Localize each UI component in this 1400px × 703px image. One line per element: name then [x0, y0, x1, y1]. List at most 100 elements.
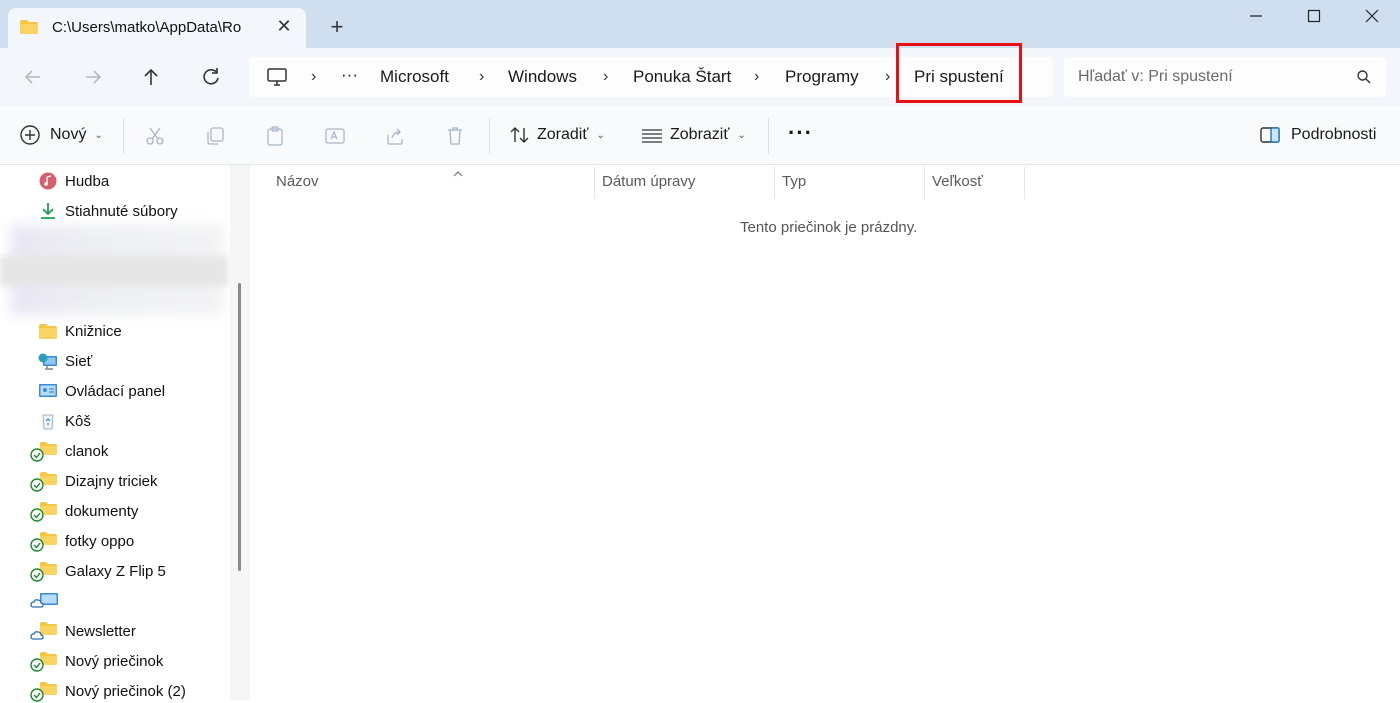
cloud-folder-icon — [30, 622, 57, 640]
sidebar-item-libraries[interactable]: Knižnice — [38, 319, 122, 343]
sidebar-item-label: Galaxy Z Flip 5 — [65, 562, 166, 580]
column-header-size[interactable]: Veľkosť — [932, 173, 1022, 199]
navigation-pane: Hudba Stiahnuté súbory Knižnice Sieť Ovl… — [0, 165, 230, 703]
column-header-name[interactable]: Názov — [276, 171, 592, 199]
close-icon — [1365, 9, 1379, 23]
sidebar-item-label: Ovládací panel — [65, 382, 166, 400]
sidebar-item-label: Stiahnuté súbory — [65, 202, 178, 220]
sidebar-item-novy-priecinok-2[interactable]: Nový priečinok (2) — [30, 679, 186, 703]
download-icon — [41, 203, 55, 219]
column-header-type[interactable]: Typ — [782, 173, 922, 199]
view-list-icon — [642, 129, 662, 143]
sidebar-item-label: clanok — [65, 442, 109, 460]
column-type-label: Typ — [782, 173, 807, 190]
breadcrumb-programy[interactable]: Programy — [785, 67, 859, 87]
sidebar-item-label: Nový priečinok — [65, 652, 164, 670]
sidebar-item-label: Hudba — [65, 172, 110, 190]
arrow-left-icon — [24, 70, 40, 84]
new-tab-button[interactable]: + — [324, 14, 350, 40]
column-size-label: Veľkosť — [932, 173, 983, 190]
maximize-icon — [1307, 9, 1321, 23]
recycle-bin-icon — [42, 414, 54, 430]
sidebar-item-network[interactable]: Sieť — [38, 349, 92, 373]
breadcrumb-overflow[interactable]: ··· — [341, 65, 358, 85]
sidebar-item-dokumenty[interactable]: dokumenty — [30, 499, 138, 523]
title-bar: C:\Users\matko\AppData\Ro ✕ + — [0, 0, 1400, 48]
details-button-label: Podrobnosti — [1291, 126, 1377, 143]
control-panel-icon — [39, 384, 57, 397]
breadcrumb-separator: › — [885, 68, 891, 85]
sort-button[interactable]: Zoradiť ⌄ — [509, 120, 605, 150]
sidebar-item-downloads[interactable]: Stiahnuté súbory — [38, 199, 178, 223]
synced-folder-icon — [30, 652, 57, 672]
share-icon[interactable] — [384, 125, 406, 147]
copy-icon[interactable] — [204, 125, 226, 147]
column-divider[interactable] — [924, 167, 925, 199]
sidebar-item-recycle-bin[interactable]: Kôš — [38, 409, 91, 433]
back-button[interactable] — [18, 62, 48, 92]
breadcrumb-separator: › — [603, 68, 609, 85]
sidebar-item-cloud-panel[interactable] — [30, 589, 67, 613]
delete-icon[interactable] — [444, 125, 466, 147]
sidebar-item-label: Dizajny triciek — [65, 472, 158, 490]
breadcrumb-separator: › — [754, 68, 760, 85]
column-divider[interactable] — [1024, 167, 1025, 199]
column-divider[interactable] — [594, 167, 595, 199]
breadcrumb-windows[interactable]: Windows — [508, 67, 577, 87]
plus-circle-icon — [20, 125, 40, 145]
chevron-down-icon: ⌄ — [596, 129, 605, 141]
address-row: › ··· Microsoft › Windows › Ponuka Štart… — [0, 48, 1400, 106]
cut-icon[interactable] — [144, 125, 166, 147]
new-button[interactable]: Nový ⌄ — [19, 120, 103, 150]
details-button[interactable]: Podrobnosti — [1259, 120, 1376, 150]
search-input[interactable]: Hľadať v: Pri spustení — [1078, 68, 1233, 86]
search-box[interactable]: Hľadať v: Pri spustení — [1064, 57, 1386, 97]
rename-icon[interactable] — [324, 125, 346, 147]
synced-folder-icon — [30, 682, 57, 702]
synced-folder-icon — [30, 472, 57, 492]
new-button-label: Nový — [50, 126, 87, 143]
sidebar-item-music[interactable]: Hudba — [38, 169, 109, 193]
breadcrumb-ponuka-start[interactable]: Ponuka Štart — [633, 67, 731, 87]
sidebar-item-fotky-oppo[interactable]: fotky oppo — [30, 529, 134, 553]
refresh-icon — [203, 68, 219, 85]
synced-folder-icon — [30, 532, 57, 552]
sidebar-item-control-panel[interactable]: Ovládací panel — [38, 379, 165, 403]
explorer-tab[interactable]: C:\Users\matko\AppData\Ro ✕ — [8, 8, 306, 48]
sidebar-item-galaxy-z-flip-5[interactable]: Galaxy Z Flip 5 — [30, 559, 166, 583]
close-window-button[interactable] — [1352, 4, 1392, 28]
folder-icon — [20, 20, 38, 34]
sidebar-item-newsletter[interactable]: Newsletter — [30, 619, 136, 643]
minimize-button[interactable] — [1236, 4, 1276, 28]
scrollbar-thumb[interactable] — [238, 283, 241, 571]
cloud-control-panel-icon — [30, 593, 58, 608]
sidebar-scrollbar[interactable] — [230, 165, 250, 700]
sidebar-item-clanok[interactable]: clanok — [30, 439, 108, 463]
maximize-button[interactable] — [1294, 4, 1334, 28]
breadcrumb-microsoft[interactable]: Microsoft — [380, 67, 449, 87]
sort-button-label: Zoradiť — [537, 126, 589, 143]
folder-icon — [39, 324, 57, 339]
sidebar-item-label: Knižnice — [65, 322, 122, 340]
more-options-button[interactable]: ··· — [788, 118, 813, 148]
view-button[interactable]: Zobraziť ⌄ — [640, 120, 746, 150]
chevron-down-icon: ⌄ — [737, 129, 746, 141]
sidebar-item-novy-priecinok[interactable]: Nový priečinok — [30, 649, 163, 673]
sidebar-item-label: Newsletter — [65, 622, 136, 640]
column-divider[interactable] — [774, 167, 775, 199]
column-header-modified[interactable]: Dátum úpravy — [602, 173, 772, 199]
sidebar-item-label: fotky oppo — [65, 532, 135, 550]
refresh-button[interactable] — [196, 62, 226, 92]
tab-title: C:\Users\matko\AppData\Ro — [52, 19, 242, 36]
sort-ascending-icon — [453, 171, 463, 177]
up-button[interactable] — [136, 62, 166, 92]
selected-row-blurred — [0, 256, 228, 286]
paste-icon[interactable] — [264, 125, 286, 147]
synced-folder-icon — [30, 562, 57, 582]
forward-button[interactable] — [78, 62, 108, 92]
sidebar-item-label: Kôš — [65, 412, 91, 430]
command-bar: Nový ⌄ Zoradiť ⌄ Zobraziť ⌄ ··· Podrobno… — [0, 106, 1400, 165]
sidebar-item-dizajny-triciek[interactable]: Dizajny triciek — [30, 469, 158, 493]
minimize-icon — [1250, 15, 1262, 17]
close-tab-button[interactable]: ✕ — [272, 14, 296, 38]
